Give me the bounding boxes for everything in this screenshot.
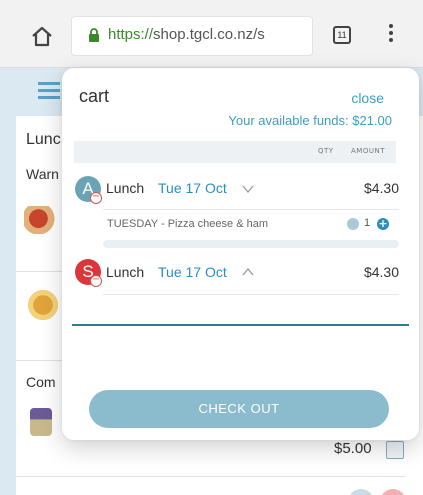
browser-toolbar: https://shop.tgcl.co.nz/s 11 — [0, 0, 423, 68]
background-section-warm: Warn — [26, 166, 59, 182]
item-name: Lunch — [106, 264, 145, 280]
remove-item-icon[interactable]: − — [90, 192, 102, 204]
background-divider — [16, 271, 62, 272]
available-funds: Your available funds: $21.00 — [228, 113, 392, 128]
cart-sub-item-row: TUESDAY - Pizza cheese & ham 1 + — [103, 209, 399, 236]
cart-title: cart — [79, 86, 110, 106]
cart-modal: cart close Your available funds: $21.00 … — [62, 68, 419, 440]
background-divider — [16, 476, 406, 477]
qty-column-label: QTY — [318, 147, 334, 155]
background-divider — [16, 360, 62, 361]
home-icon[interactable] — [30, 25, 54, 49]
amount-column-label: AMOUNT — [351, 147, 385, 155]
background-heading: Lunc — [26, 131, 61, 148]
url-text: https://shop.tgcl.co.nz/s — [108, 26, 308, 43]
sub-item-description: TUESDAY - Pizza cheese & ham — [107, 218, 268, 230]
background-price: $5.00 — [334, 440, 372, 457]
checkout-button[interactable]: CHECK OUT — [89, 390, 389, 428]
cart-column-header: QTY AMOUNT — [74, 141, 396, 163]
close-button[interactable]: close — [351, 90, 384, 106]
item-price: $4.30 — [363, 264, 399, 280]
cart-total-divider — [72, 324, 409, 326]
qty-value: 1 — [364, 217, 371, 229]
decrease-qty-button[interactable] — [347, 218, 359, 230]
toastie-thumbnail — [24, 290, 62, 320]
url-host: shop.tgcl.co.nz/s — [153, 26, 265, 43]
tab-switcher-button[interactable]: 11 — [333, 26, 351, 44]
overflow-menu-icon[interactable] — [386, 24, 396, 46]
hamburger-menu-icon[interactable] — [38, 82, 60, 103]
pizza-thumbnail — [24, 206, 60, 234]
row-divider — [103, 294, 399, 295]
background-section-combo: Com — [26, 374, 56, 390]
item-price: $4.30 — [363, 180, 399, 196]
chevron-up-icon[interactable] — [242, 268, 254, 276]
remove-item-icon[interactable]: − — [90, 275, 102, 287]
item-date[interactable]: Tue 17 Oct — [158, 180, 227, 196]
drink-thumbnail — [30, 408, 52, 436]
add-to-cart-icon[interactable] — [386, 441, 404, 459]
item-name: Lunch — [106, 180, 145, 196]
lock-icon — [89, 28, 99, 42]
chevron-down-icon[interactable] — [242, 185, 254, 193]
url-scheme: https:// — [108, 26, 154, 43]
sub-item-bar — [103, 240, 399, 248]
increase-qty-button[interactable]: + — [377, 218, 389, 230]
item-date[interactable]: Tue 17 Oct — [158, 264, 227, 280]
address-bar[interactable]: https://shop.tgcl.co.nz/s — [72, 17, 312, 55]
